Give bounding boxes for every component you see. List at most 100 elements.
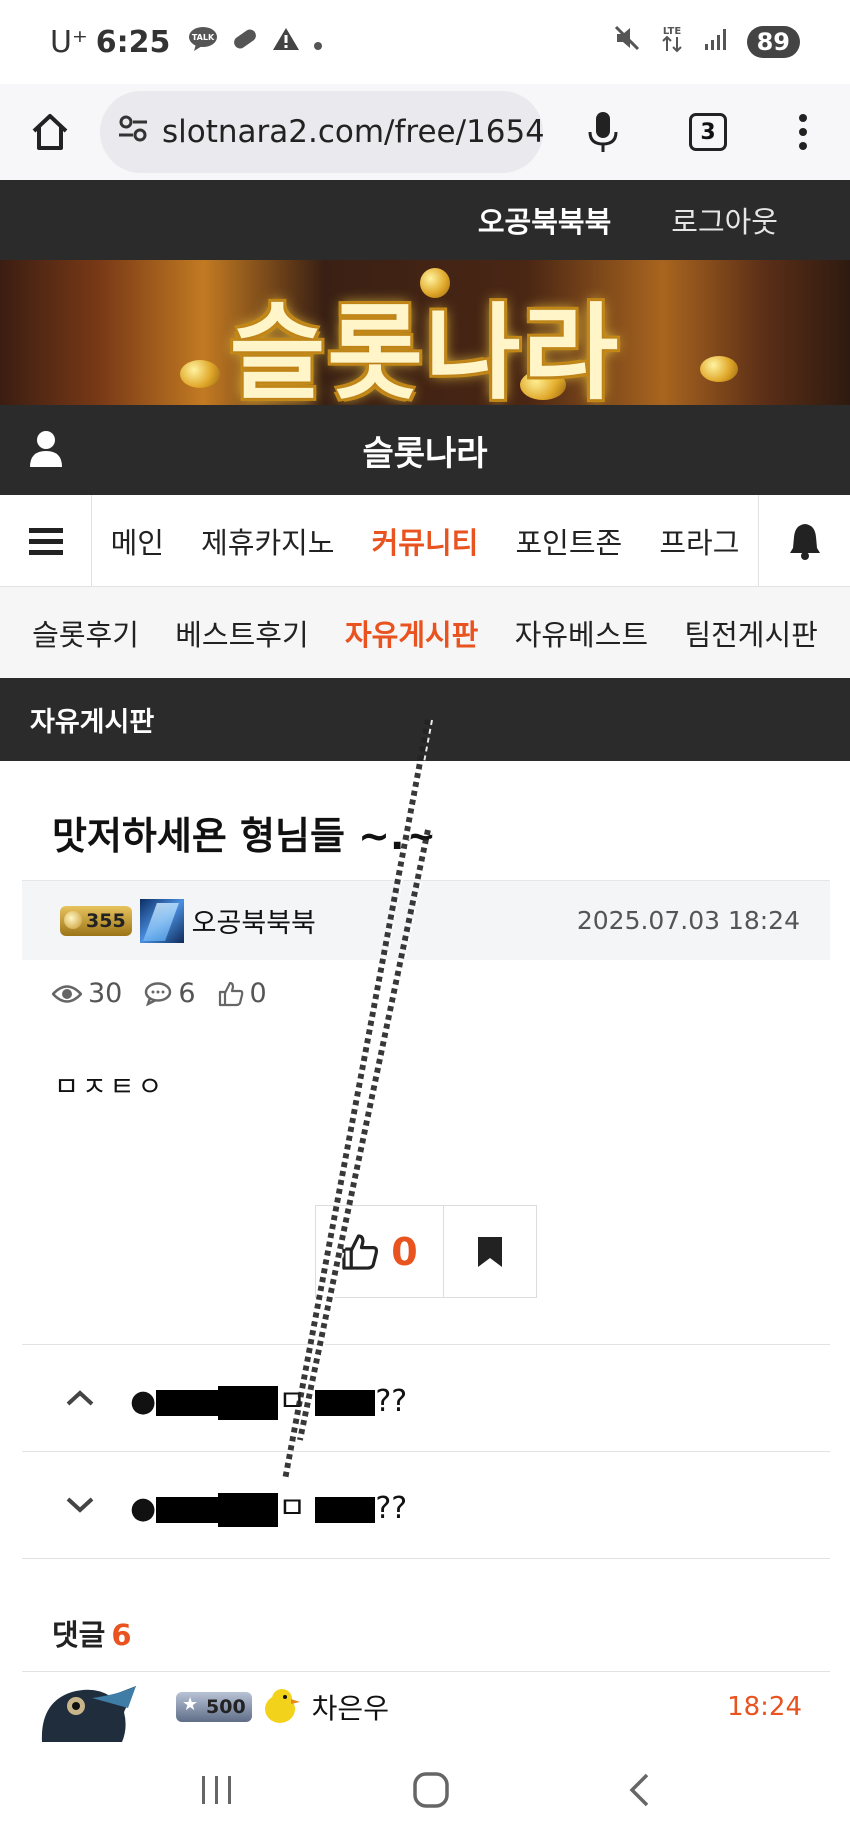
voice-search-button[interactable] <box>553 110 653 154</box>
clock: 6:25 <box>95 24 171 60</box>
site-banner[interactable]: 슬롯나라 <box>0 260 850 405</box>
tab-switcher-button[interactable]: 3 <box>653 113 763 151</box>
recent-apps-button[interactable] <box>199 1773 235 1811</box>
mute-icon <box>613 24 641 60</box>
comments-count: 6 <box>178 978 196 1009</box>
comments-label: 댓글 <box>52 1618 106 1652</box>
more-vertical-icon <box>799 114 807 150</box>
commenter-name[interactable]: 차은우 <box>312 1687 389 1727</box>
sub-nav: 슬롯후기 베스트후기 자유게시판 자유베스트 팀전게시판 <box>0 587 850 678</box>
redaction-block <box>218 1385 279 1420</box>
views-stat: 30 <box>52 978 122 1009</box>
nav-item-point-zone[interactable]: 포인트존 <box>516 520 623 562</box>
nav-item-partner-casino[interactable]: 제휴카지노 <box>201 520 334 562</box>
main-nav: 메인 제휴카지노 커뮤니티 포인트존 프라그 <box>0 494 850 587</box>
tab-count: 3 <box>689 113 727 151</box>
chevron-down-icon <box>50 1496 110 1514</box>
subnav-free-best[interactable]: 자유베스트 <box>515 612 648 654</box>
logout-link[interactable]: 로그아웃 <box>671 199 778 241</box>
hamburger-icon <box>28 527 63 555</box>
battery-indicator: 89 <box>746 26 800 58</box>
chevron-up-icon <box>50 1389 110 1407</box>
board-title: 자유게시판 <box>30 707 155 738</box>
likes-stat: 0 <box>218 978 267 1009</box>
home-nav-button[interactable] <box>412 1771 450 1813</box>
like-button-count: 0 <box>391 1229 418 1274</box>
browser-toolbar: slotnara2.com/free/1654 3 <box>0 84 850 180</box>
post-meta: 355 오공북북북 2025.07.03 18:24 <box>22 880 830 960</box>
carrier-label: U⁺ <box>50 24 88 60</box>
commenter-avatar[interactable] <box>32 1672 142 1742</box>
signal-icon <box>703 25 729 60</box>
site-user-bar: 오공북북북 로그아웃 <box>0 180 850 260</box>
next-post-mid: ㅁ <box>278 1491 306 1526</box>
author-level-badge: 355 <box>60 905 132 936</box>
comments-header-count: 6 <box>111 1618 132 1652</box>
board-header: 자유게시판 <box>0 678 850 761</box>
next-post-title[interactable]: ● ㅁ ?? <box>130 1483 407 1527</box>
nav-item-pragmatic[interactable]: 프라그 <box>659 520 739 562</box>
back-chevron-icon <box>629 1773 649 1807</box>
comments-header: 댓글 6 <box>52 1612 132 1654</box>
redaction-block <box>315 1389 376 1416</box>
eye-icon <box>52 984 82 1003</box>
prev-post-mid: ㅁ <box>278 1384 306 1419</box>
talk-notification-icon: TALK <box>188 25 218 60</box>
commenter-icon <box>258 1683 302 1731</box>
nav-item-main[interactable]: 메인 <box>111 520 164 562</box>
thumbs-up-icon <box>218 981 243 1006</box>
notifications-button[interactable] <box>758 494 850 587</box>
author-level: 355 <box>86 909 126 932</box>
address-bar[interactable]: slotnara2.com/free/1654 <box>100 91 543 173</box>
commenter-level: 500 <box>206 1695 246 1718</box>
next-post-row[interactable]: ● ㅁ ?? <box>22 1451 830 1558</box>
post-date: 2025.07.03 18:24 <box>576 906 800 935</box>
system-nav-bar <box>0 1742 850 1842</box>
subnav-team-board[interactable]: 팀전게시판 <box>684 612 817 654</box>
divider <box>22 1558 830 1559</box>
user-icon[interactable] <box>28 429 64 473</box>
home-button[interactable] <box>0 84 100 180</box>
next-post-suffix: ?? <box>375 1491 408 1526</box>
bookmark-icon <box>478 1236 502 1267</box>
redaction-block <box>315 1496 376 1523</box>
svg-text:LTE: LTE <box>662 26 681 37</box>
svg-text:TALK: TALK <box>192 33 215 42</box>
comments-stat: 6 <box>144 978 196 1009</box>
post-author[interactable]: 오공북북북 <box>192 901 316 940</box>
home-circle-icon <box>413 1772 449 1808</box>
subnav-slot-review[interactable]: 슬롯후기 <box>32 612 139 654</box>
status-bar: U⁺ 6:25 TALK LTE 89 <box>0 0 850 84</box>
site-title-bar: 슬롯나라 <box>0 405 850 495</box>
prev-post-suffix: ?? <box>375 1384 408 1419</box>
browser-menu-button[interactable] <box>763 112 843 152</box>
recent-apps-icon <box>201 1776 231 1804</box>
subnav-best-review[interactable]: 베스트후기 <box>175 612 308 654</box>
subnav-free-board[interactable]: 자유게시판 <box>345 612 478 654</box>
url-text[interactable]: slotnara2.com/free/1654 <box>162 114 543 150</box>
site-settings-icon[interactable] <box>118 114 148 150</box>
banner-logo: 슬롯나라 <box>229 292 621 405</box>
author-avatar[interactable] <box>139 898 184 943</box>
site-title[interactable]: 슬롯나라 <box>362 426 487 475</box>
post-stats: 30 6 0 <box>52 978 267 1009</box>
warning-icon <box>272 25 300 60</box>
views-count: 30 <box>88 978 123 1009</box>
like-button[interactable]: 0 <box>316 1206 444 1297</box>
thumbs-up-icon <box>342 1233 379 1270</box>
next-post-prefix: ● <box>130 1491 157 1526</box>
prev-post-row[interactable]: ● ㅁ ?? <box>22 1344 830 1451</box>
bookmark-button[interactable] <box>444 1206 536 1297</box>
back-button[interactable] <box>627 1772 651 1812</box>
post-title: 맛저하세욘 형님들 ~.~ <box>52 814 437 858</box>
redaction-block <box>156 1389 219 1416</box>
nav-item-community[interactable]: 커뮤니티 <box>372 520 479 562</box>
redaction-block <box>218 1492 279 1527</box>
redaction-block <box>156 1496 219 1523</box>
bell-icon <box>789 523 820 560</box>
dot-icon <box>312 25 324 60</box>
menu-button[interactable] <box>0 494 92 587</box>
username-link[interactable]: 오공북북북 <box>478 199 611 241</box>
prev-post-title[interactable]: ● ㅁ ?? <box>130 1376 407 1420</box>
pill-notification-icon <box>230 25 260 60</box>
